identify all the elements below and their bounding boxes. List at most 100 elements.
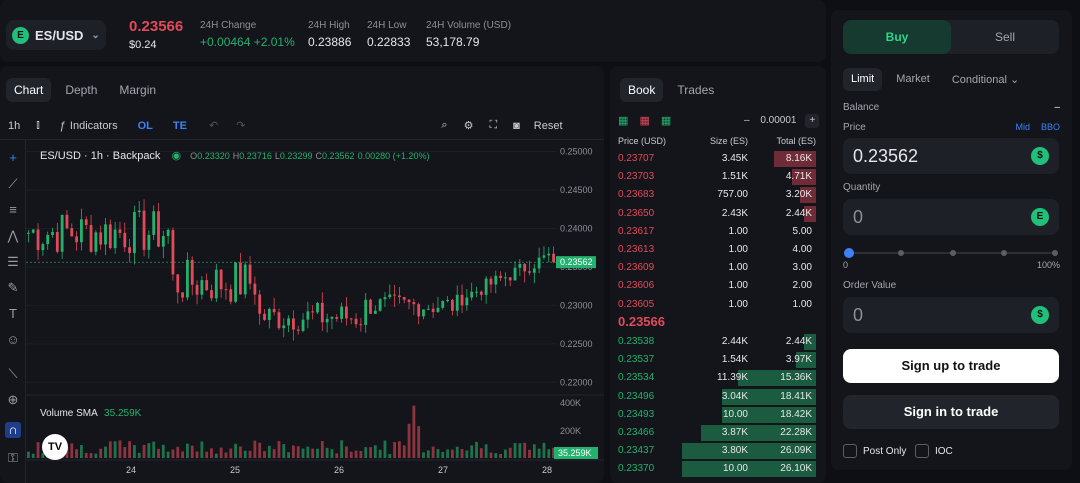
candle-body	[446, 299, 449, 302]
text-tool-icon[interactable]: T	[5, 306, 21, 322]
x-tick: 28	[542, 465, 552, 475]
bid-row[interactable]: 0.23538 2.44K 2.44K	[610, 333, 826, 351]
lock-icon[interactable]: ⚿	[5, 450, 21, 466]
candle-type-icon[interactable]: ⫾	[36, 119, 40, 132]
brush-icon[interactable]: ✎	[5, 280, 21, 296]
ask-row[interactable]: 0.23650 2.43K 2.44K	[610, 205, 826, 223]
volume-bar	[229, 448, 233, 458]
ask-row[interactable]: 0.23613 1.00 4.00	[610, 241, 826, 259]
candle-body	[402, 297, 406, 300]
sign-in-button[interactable]: Sign in to trade	[843, 395, 1059, 429]
quantity-slider[interactable]	[844, 248, 1058, 258]
ask-row[interactable]: 0.23605 1.00 1.00	[610, 296, 826, 314]
ask-row[interactable]: 0.23703 1.51K 4.71K	[610, 168, 826, 186]
pair-label: ES/USD	[35, 27, 84, 43]
ask-row[interactable]: 0.23683 757.00 3.20K	[610, 186, 826, 204]
minus-icon[interactable]: –	[744, 115, 750, 126]
ask-row[interactable]: 0.23707 3.45K 8.16K	[610, 150, 826, 168]
candle-body	[417, 304, 421, 317]
tab-margin[interactable]: Margin	[111, 78, 164, 102]
mid-button[interactable]: Mid	[1015, 122, 1030, 132]
tab-limit[interactable]: Limit	[843, 68, 883, 91]
fib-icon[interactable]: ☰	[5, 254, 21, 270]
volume-tick: 200K	[560, 426, 581, 436]
emoji-icon[interactable]: ☺	[5, 332, 21, 348]
tradingview-logo: TV	[42, 434, 68, 460]
order-value-input[interactable]: 0 $	[843, 297, 1059, 333]
candle-body	[94, 232, 98, 252]
volume-bar	[547, 449, 551, 458]
camera-icon[interactable]: ◙	[513, 120, 520, 132]
volume-bar	[528, 449, 531, 458]
buy-tab[interactable]: Buy	[843, 20, 951, 54]
slider-handle[interactable]	[844, 248, 854, 258]
book-view-icons[interactable]: ▦ ▦ ▦	[618, 114, 671, 127]
price-input[interactable]: 0.23562 $	[843, 138, 1059, 174]
indicators-button[interactable]: Indicators	[70, 120, 118, 132]
bid-row[interactable]: 0.23437 3.80K 26.09K	[610, 442, 826, 460]
bid-row[interactable]: 0.23537 1.54K 3.97K	[610, 351, 826, 369]
volume-bar	[181, 451, 184, 458]
interval-button[interactable]: 1h	[8, 120, 20, 132]
candle-body	[306, 311, 310, 320]
reset-button[interactable]: Reset	[534, 120, 563, 132]
trendline-icon[interactable]: ⟋	[5, 176, 21, 192]
ask-row[interactable]: 0.23606 1.00 2.00	[610, 277, 826, 295]
candle-body	[137, 210, 141, 213]
undo-icon[interactable]: ↶	[209, 119, 218, 132]
quantity-input[interactable]: 0 E	[843, 199, 1059, 235]
market-selector[interactable]: E ES/USD ⌄	[6, 20, 106, 50]
bid-row[interactable]: 0.23466 3.87K 22.28K	[610, 424, 826, 442]
chevron-down-icon: ⌄	[91, 29, 100, 41]
market-header: E ES/USD ⌄ 0.23566 $0.24 24H Change +0.0…	[0, 0, 826, 62]
crosshair-icon[interactable]: +	[5, 150, 21, 166]
bid-row[interactable]: 0.23496 3.04K 18.41K	[610, 388, 826, 406]
ask-row[interactable]: 0.23617 1.00 5.00	[610, 223, 826, 241]
stat-value: +0.00464 +2.01%	[200, 35, 295, 49]
redo-icon[interactable]: ↷	[236, 119, 245, 132]
sign-up-button[interactable]: Sign up to trade	[843, 349, 1059, 383]
bid-row[interactable]: 0.23370 10.00 26.10K	[610, 460, 826, 478]
fullscreen-icon[interactable]: ⛶	[489, 119, 497, 132]
price-tick: 0.22500	[560, 339, 593, 349]
tab-depth[interactable]: Depth	[57, 78, 105, 102]
bbo-button[interactable]: BBO	[1041, 122, 1060, 132]
chart-panel: Chart Depth Margin 1h ⫾ ƒ Indicators OL …	[0, 66, 604, 483]
candle-body	[349, 318, 353, 320]
te-button[interactable]: TE	[173, 120, 187, 132]
ask-row[interactable]: 0.23609 1.00 3.00	[610, 259, 826, 277]
row-size: 3.45K	[721, 153, 748, 164]
tab-chart[interactable]: Chart	[6, 78, 52, 102]
sell-tab[interactable]: Sell	[951, 20, 1059, 54]
tab-trades[interactable]: Trades	[669, 78, 722, 102]
tab-conditional[interactable]: Conditional ⌄	[944, 68, 1027, 91]
price-chart[interactable]: 0.250000.245000.240000.235000.230000.225…	[26, 140, 604, 483]
bid-row[interactable]: 0.23493 10.00 18.42K	[610, 406, 826, 424]
volume-bar	[359, 450, 363, 458]
magnet-icon[interactable]: ∩	[5, 422, 21, 438]
row-size: 10.00	[722, 463, 748, 475]
horizontal-lines-icon[interactable]: ≡	[5, 202, 21, 218]
balance-value: –	[1054, 102, 1060, 113]
pattern-icon[interactable]: ⋀	[5, 228, 21, 244]
drawing-toolbar: + ⟋ ≡ ⋀ ☰ ✎ T ☺ ⟍ ⊕ ∩ ⚿	[0, 140, 26, 483]
bid-row[interactable]: 0.23534 11.39K 15.36K	[610, 369, 826, 387]
indicators-icon[interactable]: ƒ	[60, 120, 66, 132]
post-only-checkbox[interactable]	[843, 444, 857, 458]
tab-market[interactable]: Market	[888, 68, 938, 91]
row-total: 2.00	[792, 280, 812, 292]
settings-icon[interactable]: ⚙	[464, 119, 474, 132]
ol-button[interactable]: OL	[138, 120, 153, 132]
ruler-icon[interactable]: ⟍	[5, 366, 21, 382]
row-price: 0.23703	[618, 171, 655, 183]
zoom-icon[interactable]: ⌕	[441, 119, 447, 132]
eye-icon[interactable]: ◉	[172, 150, 182, 162]
candle-body	[27, 232, 30, 234]
volume-bar	[219, 447, 223, 458]
tab-book[interactable]: Book	[620, 78, 664, 102]
zoom-in-icon[interactable]: ⊕	[5, 392, 21, 408]
candle-body	[123, 232, 127, 248]
ioc-checkbox[interactable]	[915, 444, 929, 458]
plus-icon[interactable]: +	[805, 114, 820, 128]
candle-body	[113, 229, 117, 249]
